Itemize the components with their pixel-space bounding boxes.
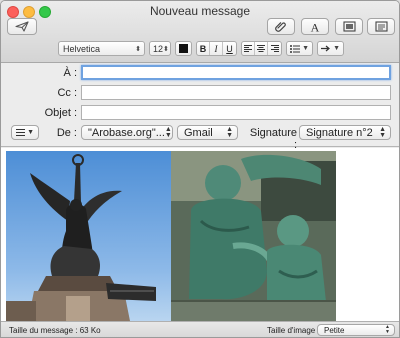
svg-text:A: A	[311, 21, 320, 33]
indent-button[interactable]: ▼	[317, 41, 344, 56]
text-style-group: B I U	[196, 41, 237, 56]
cc-field[interactable]	[81, 85, 391, 100]
chevron-updown-icon: ▲ ▼	[379, 125, 386, 139]
font-a-icon: A	[311, 21, 320, 33]
font-family-select[interactable]: Helvetica ⬍	[58, 41, 145, 56]
align-left-icon	[244, 45, 252, 52]
chevron-updown-icon: ▲ ▼	[226, 125, 233, 139]
align-right-icon	[270, 45, 279, 52]
align-left-button[interactable]	[242, 42, 255, 55]
chevron-down-icon: ▼	[333, 45, 340, 52]
chevron-down-icon: ▼	[302, 45, 309, 52]
cc-label: Cc :	[57, 87, 77, 99]
chevron-updown-icon: ⬍	[135, 45, 141, 53]
indent-arrow-icon	[321, 45, 330, 52]
align-right-button[interactable]	[268, 42, 281, 55]
signature-select[interactable]: Signature n°2 ▲ ▼	[299, 125, 391, 140]
to-label: À :	[63, 67, 77, 79]
title-bar: Nouveau message A Helvetica ⬍ 12 ⬍ B I U…	[1, 1, 399, 63]
mail-compose-window: Nouveau message A Helvetica ⬍ 12 ⬍ B I U…	[0, 0, 400, 338]
message-headers: À : Cc : Objet : ▼ De : "Arobase.org"...…	[1, 63, 399, 151]
send-button[interactable]	[7, 18, 37, 35]
subject-field[interactable]	[81, 105, 391, 120]
photo-browser-icon	[342, 21, 356, 32]
attached-photo-green-statues[interactable]	[171, 151, 336, 321]
account-value: Gmail	[184, 126, 213, 139]
bold-button[interactable]: B	[197, 42, 210, 55]
text-color-button[interactable]	[175, 41, 192, 56]
attached-photo-angel-statue[interactable]	[6, 151, 171, 321]
image-size-value: Petite	[324, 325, 345, 335]
from-select[interactable]: "Arobase.org"... ▲ ▼	[81, 125, 173, 140]
from-label: De :	[56, 127, 77, 139]
font-size-select[interactable]: 12 ⬍	[149, 41, 171, 56]
paper-plane-icon	[15, 21, 29, 32]
alignment-group	[241, 41, 282, 56]
stationery-icon	[374, 21, 388, 32]
list-style-button[interactable]: ▼	[286, 41, 313, 56]
subject-label: Objet :	[44, 107, 77, 119]
format-bar: Helvetica ⬍ 12 ⬍ B I U ▼ ▼	[58, 41, 344, 56]
photo-browser-button[interactable]	[335, 18, 363, 35]
account-select[interactable]: Gmail ▲ ▼	[177, 125, 238, 140]
font-family-value: Helvetica	[63, 43, 101, 54]
signature-value: Signature n°2	[306, 126, 373, 139]
window-title: Nouveau message	[149, 4, 251, 18]
list-options-icon	[16, 129, 25, 136]
color-swatch	[179, 44, 188, 53]
fonts-button[interactable]: A	[301, 18, 329, 35]
header-options-button[interactable]: ▼	[11, 125, 39, 140]
chevron-updown-icon: ⬍	[163, 45, 169, 53]
angel-statue-image	[6, 151, 171, 321]
from-value: "Arobase.org"...	[88, 126, 165, 139]
to-field[interactable]	[81, 65, 391, 80]
stationery-button[interactable]	[367, 18, 395, 35]
underline-button[interactable]: U	[223, 42, 236, 55]
image-size-select[interactable]: Petite ▲ ▼	[317, 324, 395, 336]
chevron-updown-icon: ▲ ▼	[164, 125, 172, 139]
message-size-text: Taille du message : 63 Ko	[9, 326, 101, 335]
font-size-value: 12	[153, 43, 164, 54]
status-bar: Taille du message : 63 Ko Taille d'image…	[1, 321, 399, 337]
italic-button[interactable]: I	[210, 42, 223, 55]
bullet-list-icon	[290, 44, 300, 53]
image-size-label: Taille d'image :	[267, 326, 320, 335]
green-statues-image	[171, 151, 336, 321]
paperclip-icon	[275, 21, 286, 32]
attach-button[interactable]	[267, 18, 295, 35]
chevron-updown-icon: ▲ ▼	[385, 324, 390, 335]
chevron-down-icon: ▼	[27, 128, 34, 136]
message-body[interactable]	[1, 148, 399, 321]
align-center-icon	[257, 45, 265, 52]
align-center-button[interactable]	[255, 42, 268, 55]
